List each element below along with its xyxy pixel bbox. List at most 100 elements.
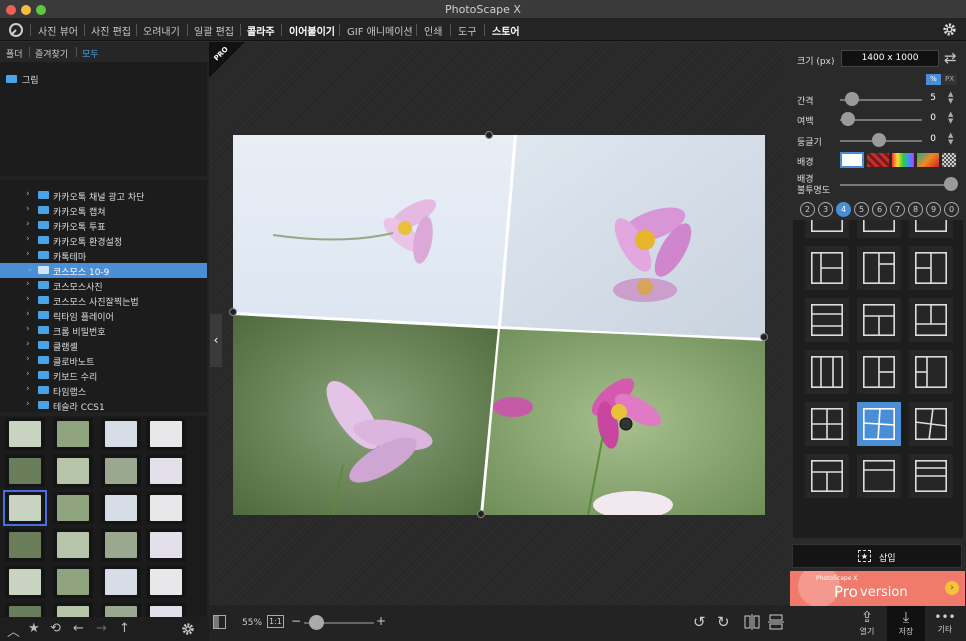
- tab-combine[interactable]: 이어붙이기: [289, 23, 335, 38]
- chevron-down-icon[interactable]: ⌄: [26, 264, 34, 274]
- insert-button[interactable]: ★ 삽입: [792, 544, 962, 568]
- open-button[interactable]: ⇪ 열기: [848, 606, 886, 641]
- tab-store[interactable]: 스토어: [492, 23, 520, 38]
- unit-px-toggle[interactable]: PX: [942, 74, 957, 85]
- layout-option[interactable]: [909, 454, 953, 498]
- margin-value[interactable]: 0: [924, 113, 936, 123]
- photo-thumbnail[interactable]: [146, 455, 186, 487]
- layout-option[interactable]: [857, 246, 901, 290]
- margin-stepper[interactable]: ▲ ▼: [948, 111, 953, 125]
- rotate-left-icon[interactable]: ↺: [693, 613, 706, 631]
- photo-count-3[interactable]: 3: [818, 202, 833, 217]
- panel-toggle-icon[interactable]: [213, 615, 226, 629]
- round-value[interactable]: 0: [924, 134, 936, 144]
- chevron-up-icon[interactable]: ︿: [7, 621, 20, 640]
- photo-thumbnail[interactable]: [146, 418, 186, 450]
- zoom-in-button[interactable]: +: [376, 614, 386, 628]
- flip-horizontal-icon[interactable]: [744, 614, 760, 630]
- rotate-right-icon[interactable]: ↻: [717, 613, 730, 631]
- chevron-right-icon[interactable]: ›: [26, 219, 30, 229]
- up-arrow-icon[interactable]: ↑: [119, 621, 130, 636]
- app-logo-icon[interactable]: [8, 22, 24, 38]
- star-icon[interactable]: ★: [28, 621, 40, 636]
- margin-slider-knob[interactable]: [841, 112, 855, 126]
- layout-option[interactable]: [805, 220, 849, 238]
- photo-thumbnail[interactable]: [53, 455, 93, 487]
- photo-count-7[interactable]: 7: [890, 202, 905, 217]
- tree-item[interactable]: › 릭타임 플레이어: [0, 308, 207, 323]
- back-arrow-icon[interactable]: ←: [73, 621, 84, 636]
- layout-option[interactable]: [909, 246, 953, 290]
- layout-option[interactable]: [805, 402, 849, 446]
- bg-spectrum-swatch[interactable]: [892, 153, 914, 167]
- tab-photo-editor[interactable]: 사진 편집: [91, 23, 131, 38]
- tree-item[interactable]: › 카카오톡 환경설정: [0, 233, 207, 248]
- layout-option[interactable]: [805, 350, 849, 394]
- layout-option[interactable]: [857, 454, 901, 498]
- zoom-slider-knob[interactable]: [309, 615, 324, 630]
- swap-size-icon[interactable]: ⇄: [944, 49, 957, 67]
- tab-gif-animation[interactable]: GIF 애니메이션: [347, 23, 413, 38]
- chevron-right-icon[interactable]: ›: [26, 309, 30, 319]
- tree-item[interactable]: › 테슬라 CCS1: [0, 398, 207, 412]
- tab-batch-edit[interactable]: 일괄 편집: [194, 23, 234, 38]
- round-stepper[interactable]: ▲ ▼: [948, 132, 953, 146]
- round-slider-knob[interactable]: [872, 133, 886, 147]
- folder-pictures[interactable]: 그림: [22, 73, 39, 86]
- opacity-slider-knob[interactable]: [944, 177, 958, 191]
- chevron-right-icon[interactable]: ›: [26, 279, 30, 289]
- photo-thumbnail[interactable]: [101, 529, 141, 561]
- photo-count-0[interactable]: 0: [944, 202, 959, 217]
- tree-item[interactable]: › 크롬 비밀번호: [0, 323, 207, 338]
- bottom-handle[interactable]: [477, 510, 485, 518]
- photo-thumbnail[interactable]: [5, 455, 45, 487]
- tree-item[interactable]: › 카카오톡 캡쳐: [0, 203, 207, 218]
- tab-cut-out[interactable]: 오려내기: [143, 23, 180, 38]
- settings-gear-icon[interactable]: [942, 22, 957, 37]
- center-handle[interactable]: [619, 417, 633, 431]
- top-handle[interactable]: [485, 131, 493, 139]
- chevron-right-icon[interactable]: ›: [26, 339, 30, 349]
- size-input[interactable]: 1400 x 1000: [841, 50, 939, 67]
- layout-option[interactable]: [857, 402, 901, 446]
- photo-thumbnail[interactable]: [101, 566, 141, 598]
- tab-favorites[interactable]: 즐겨찾기: [35, 47, 68, 60]
- save-button[interactable]: ⤓ 저장: [887, 606, 925, 641]
- tree-item[interactable]: › 타임랩스: [0, 383, 207, 398]
- flip-vertical-icon[interactable]: [768, 614, 784, 630]
- photo-thumbnail[interactable]: [3, 490, 47, 526]
- spacing-stepper[interactable]: ▲ ▼: [948, 91, 953, 105]
- bg-gradient-swatch[interactable]: [917, 153, 939, 167]
- tree-item[interactable]: › 키보드 수리: [0, 368, 207, 383]
- tab-all[interactable]: 모두: [82, 47, 99, 60]
- tree-item[interactable]: › 카톡테마: [0, 248, 207, 263]
- tree-item[interactable]: › 카카오톡 투표: [0, 218, 207, 233]
- photo-count-2[interactable]: 2: [800, 202, 815, 217]
- bg-transparent-swatch[interactable]: [942, 153, 956, 167]
- layout-option[interactable]: [909, 220, 953, 238]
- photo-count-9[interactable]: 9: [926, 202, 941, 217]
- photo-thumbnail[interactable]: [101, 418, 141, 450]
- chevron-right-icon[interactable]: ›: [26, 354, 30, 364]
- chevron-right-icon[interactable]: ›: [26, 369, 30, 379]
- tree-item[interactable]: › 클램셸: [0, 338, 207, 353]
- unit-percent-toggle[interactable]: %: [926, 74, 941, 85]
- photo-thumbnail[interactable]: [5, 529, 45, 561]
- tab-photo-viewer[interactable]: 사진 뷰어: [38, 23, 78, 38]
- photo-thumbnail[interactable]: [53, 492, 93, 524]
- photo-count-6[interactable]: 6: [872, 202, 887, 217]
- photo-thumbnail[interactable]: [53, 418, 93, 450]
- forward-arrow-icon[interactable]: →: [96, 621, 107, 636]
- tab-tools[interactable]: 도구: [458, 23, 476, 38]
- photo-count-5[interactable]: 5: [854, 202, 869, 217]
- tree-item[interactable]: › 클로바노트: [0, 353, 207, 368]
- photo-thumbnail[interactable]: [5, 566, 45, 598]
- photo-thumbnail[interactable]: [53, 566, 93, 598]
- tab-folders[interactable]: 폴더: [6, 47, 23, 60]
- chevron-right-icon[interactable]: ›: [26, 234, 30, 244]
- zoom-out-button[interactable]: −: [291, 614, 301, 628]
- layout-option[interactable]: [909, 298, 953, 342]
- layout-option[interactable]: [857, 298, 901, 342]
- layout-option[interactable]: [805, 246, 849, 290]
- refresh-icon[interactable]: ⟲: [50, 621, 61, 636]
